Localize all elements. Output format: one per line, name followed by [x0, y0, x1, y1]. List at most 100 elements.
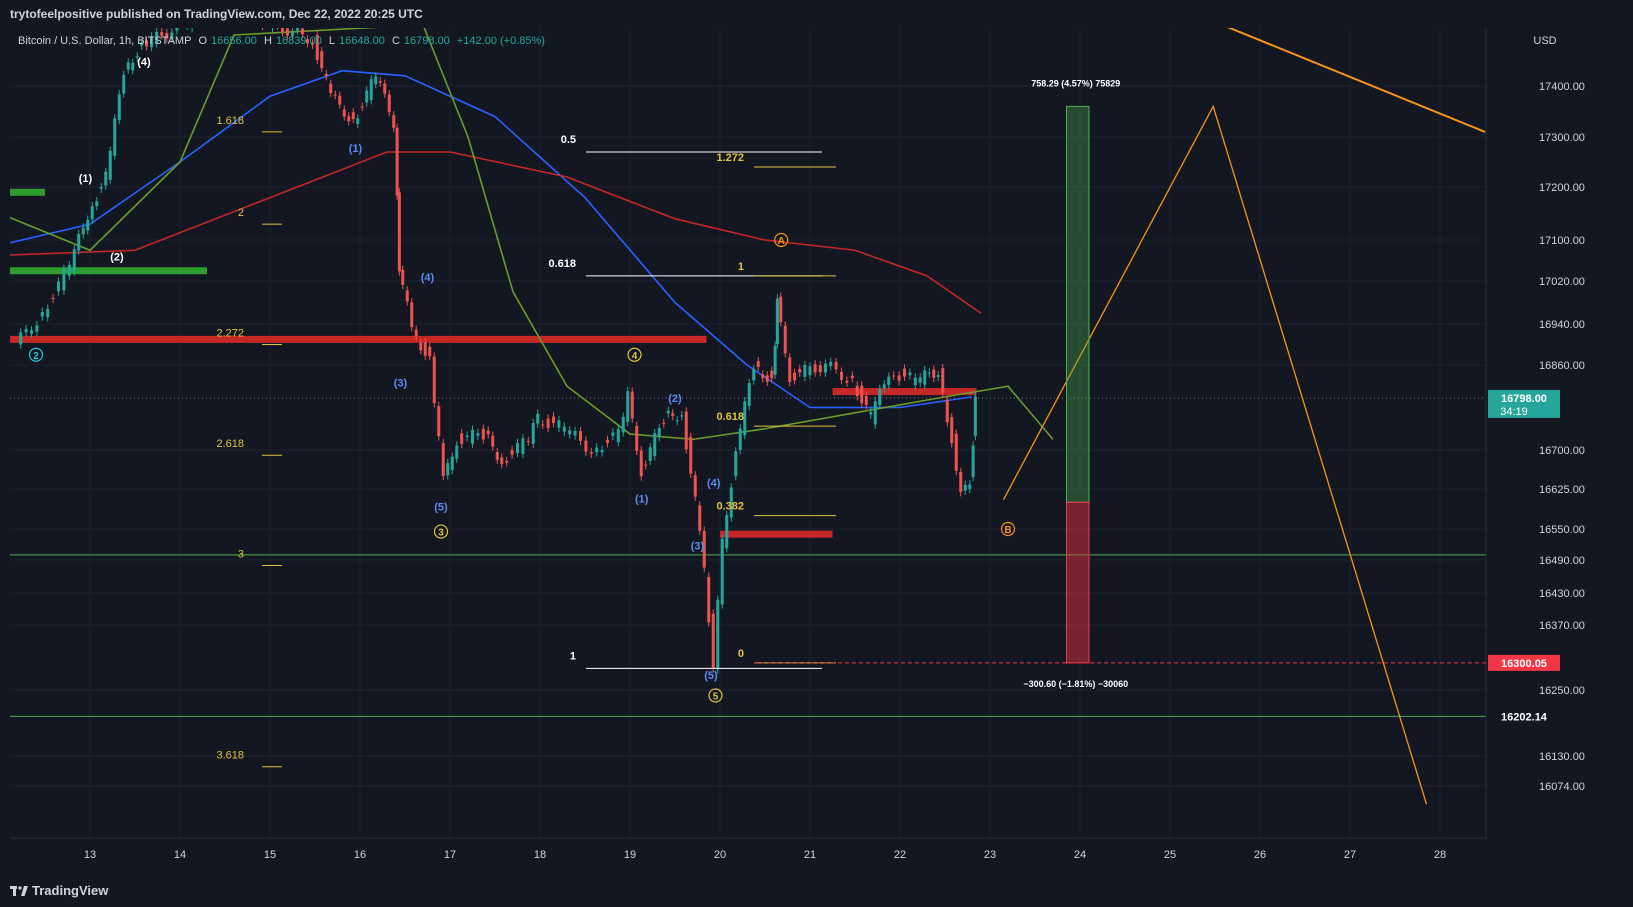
price-tick-label: 16370.00 [1539, 620, 1585, 632]
candle-body [395, 127, 399, 196]
time-tick-label: 16 [354, 849, 366, 861]
price-tick-label: 17400.00 [1539, 81, 1585, 93]
position-target-zone[interactable] [1066, 105, 1090, 503]
price-tick-label: 17200.00 [1539, 182, 1585, 194]
fib-level-label: 1.618 [216, 115, 244, 127]
wave-label: (1) [79, 173, 93, 185]
candle-body [770, 370, 774, 379]
candle-body [675, 420, 679, 422]
candle-body [108, 150, 112, 180]
candle-body [329, 83, 333, 94]
candle-body [450, 456, 454, 471]
candle-body [351, 112, 355, 120]
candle-body [945, 399, 949, 423]
candle-body [562, 426, 566, 432]
wave-circle-label: B [1004, 525, 1011, 536]
price-tick-label: 16430.00 [1539, 588, 1585, 600]
candle-body [423, 342, 427, 356]
candle-body [666, 410, 670, 414]
candle-body [516, 442, 519, 454]
plot-area[interactable]: 1.618 2 2.272 2.618 3 3.618 0.5 0.618 1 1.272 1 0.6… [0, 0, 1486, 838]
fib-extension-label: 1.272 [716, 152, 744, 164]
candle-body [918, 377, 922, 383]
candle-body [510, 450, 514, 455]
fib-level-label: 2.272 [216, 328, 244, 340]
candle-body [99, 187, 103, 189]
candle-body [324, 73, 328, 77]
candle-body [756, 361, 760, 367]
candle-body [589, 452, 593, 454]
candle-body [378, 81, 382, 83]
candle-body [46, 308, 50, 318]
candle-body [936, 375, 940, 378]
time-tick-label: 14 [174, 849, 186, 861]
wave-circle-label: A [778, 236, 785, 247]
time-tick-label: 22 [894, 849, 906, 861]
fib-level-label: 3 [238, 549, 244, 561]
candle-body [557, 420, 561, 428]
price-axis[interactable]: USD 17400.00 17300.00 17200.00 17100.00 17020… [1485, 28, 1633, 838]
candle-body [873, 401, 877, 425]
candle-body [908, 372, 912, 376]
candle-body [845, 380, 849, 383]
time-tick-label: 20 [714, 849, 726, 861]
candle-body [761, 374, 765, 379]
fib-retracement-label: 1 [570, 650, 576, 662]
candle-body [684, 411, 688, 450]
candle-body [131, 63, 135, 71]
tradingview-logo[interactable]: TradingView [10, 883, 108, 898]
price-tick-label: 16130.00 [1539, 751, 1585, 763]
candle-body [738, 428, 742, 451]
wave-label: (3) [394, 377, 408, 389]
time-axis[interactable]: 13 14 15 16 17 18 19 20 21 22 23 24 25 26 27 28 [10, 837, 1486, 861]
candle-body [653, 433, 657, 457]
candle-body [927, 372, 931, 374]
candle-body [698, 505, 702, 531]
low-label: L [328, 35, 336, 47]
support-resistance-zone [10, 267, 207, 275]
wave-circle-label: 3 [438, 528, 444, 539]
candle-body [657, 428, 661, 438]
wave-label: (4) [707, 477, 721, 489]
candle-body [24, 329, 28, 333]
wave-circle-label: 4 [632, 351, 638, 362]
candle-body [973, 396, 977, 436]
publish-bar: trytofeelpositive published on TradingVi… [0, 0, 1633, 28]
candle-body [465, 435, 469, 438]
price-tick-label: 17300.00 [1539, 132, 1585, 144]
price-badge-countdown: 34:19 [1500, 406, 1528, 418]
candle-body [779, 296, 783, 323]
candle-body [968, 484, 972, 489]
candle-body [773, 345, 777, 375]
price-badge-label: 16798.00 [1501, 393, 1547, 405]
candle-body [788, 357, 792, 382]
candle-body [428, 346, 432, 357]
fib-level-label: 3.618 [216, 750, 244, 762]
candle-body [941, 367, 945, 393]
price-tick-label: 16625.00 [1539, 484, 1585, 496]
candle-body [840, 371, 843, 380]
symbol-legend[interactable]: Bitcoin / U.S. Dollar, 1h, BITSTAMP O 166… [18, 35, 549, 47]
support-resistance-zone [720, 530, 833, 538]
candle-body [104, 171, 108, 186]
price-chart[interactable]: 1.618 2 2.272 2.618 3 3.618 0.5 0.618 1 1.272 1 0.6… [0, 0, 1633, 907]
wave-circle-label: 2 [33, 351, 39, 362]
candle-body [113, 118, 117, 156]
price-tick-label: 16700.00 [1539, 445, 1585, 457]
time-tick-label: 28 [1434, 849, 1446, 861]
symbol-name: Bitcoin / U.S. Dollar, 1h, BITSTAMP [18, 35, 192, 47]
candle-body [568, 430, 572, 435]
support-resistance-zone [10, 188, 45, 196]
open-value: 16656.00 [211, 35, 257, 47]
candle-body [959, 471, 963, 493]
candle-body [644, 464, 648, 466]
candle-body [405, 290, 409, 302]
price-tick-label: 16860.00 [1539, 360, 1585, 372]
close-label: C [391, 35, 400, 47]
candle-body [892, 375, 896, 377]
price-tick-label: 17100.00 [1539, 235, 1585, 247]
price-tick-label: 16074.00 [1539, 781, 1585, 793]
price-tick-label: 16490.00 [1539, 555, 1585, 567]
position-stop-zone[interactable] [1066, 501, 1090, 664]
wave-label: (2) [668, 393, 682, 405]
